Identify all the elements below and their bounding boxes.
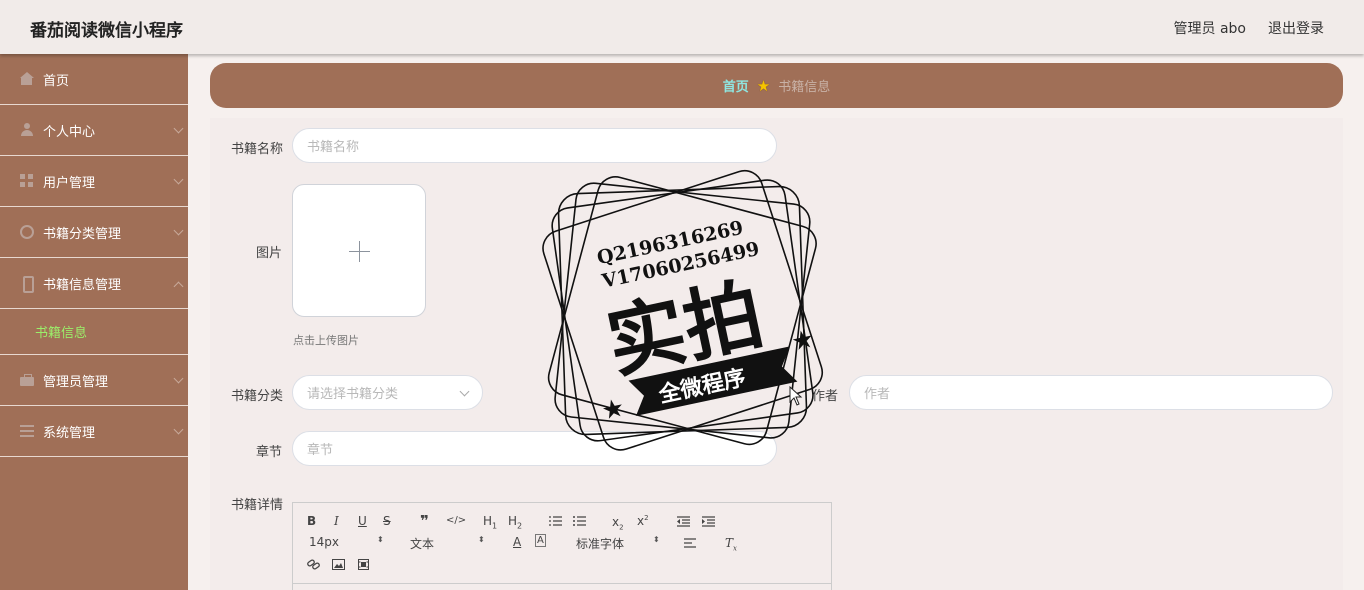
chevron-down-icon	[173, 373, 184, 384]
toolbar-divider	[293, 583, 831, 584]
chapter-input[interactable]: 章节	[292, 431, 777, 466]
updown-icon: ⬍	[653, 535, 660, 544]
briefcase-icon	[20, 373, 34, 387]
category-placeholder: 请选择书籍分类	[307, 387, 399, 402]
sidebar-item-system[interactable]: 系统管理	[0, 406, 188, 457]
breadcrumb: 首页 ★ 书籍信息	[210, 63, 1343, 108]
mouse-cursor-icon	[789, 386, 803, 406]
bullet-list-icon[interactable]	[573, 516, 586, 527]
italic-button[interactable]: I	[334, 514, 339, 528]
sidebar-item-users[interactable]: 用户管理	[0, 156, 188, 207]
sidebar-subitem-label: 书籍信息	[35, 326, 88, 341]
video-icon[interactable]	[357, 559, 370, 570]
chevron-down-icon	[173, 123, 184, 134]
sidebar-item-admins[interactable]: 管理员管理	[0, 355, 188, 406]
sidebar-item-home[interactable]: 首页	[0, 54, 188, 105]
category-select[interactable]: 请选择书籍分类	[292, 375, 483, 410]
author-placeholder: 作者	[864, 387, 891, 402]
rich-text-editor[interactable]: B I U S ❞ </> H1 H2 x2 x2 14px ⬍ 文本 ⬍ A …	[292, 502, 832, 590]
current-user-label: 管理员 abo	[1173, 21, 1246, 37]
image-icon[interactable]	[332, 559, 345, 570]
paragraph-select[interactable]: 文本	[410, 535, 434, 552]
subscript-button[interactable]: x2	[612, 515, 624, 531]
globe-icon	[20, 225, 34, 239]
book-name-input[interactable]: 书籍名称	[292, 128, 777, 163]
h2-button[interactable]: H2	[508, 514, 522, 530]
logout-button[interactable]: 退出登录	[1268, 18, 1324, 38]
app-title: 番茄阅读微信小程序	[30, 21, 183, 41]
align-left-icon[interactable]	[684, 538, 697, 549]
ordered-list-icon[interactable]	[549, 516, 562, 527]
indent-icon[interactable]	[702, 516, 715, 527]
link-icon[interactable]	[307, 559, 320, 570]
breadcrumb-home[interactable]: 首页	[723, 76, 749, 95]
author-input[interactable]: 作者	[849, 375, 1333, 410]
image-upload-button[interactable]	[292, 184, 426, 317]
author-label: 作者	[812, 389, 839, 404]
top-bar: 番茄阅读微信小程序 管理员 abo 退出登录	[0, 0, 1364, 54]
sidebar-item-label: 个人中心	[43, 124, 96, 140]
strike-button[interactable]: S	[383, 514, 391, 528]
sidebar-item-label: 管理员管理	[43, 374, 109, 390]
list-icon	[20, 424, 34, 438]
sidebar-item-profile[interactable]: 个人中心	[0, 105, 188, 156]
chapter-label: 章节	[256, 445, 283, 460]
user-icon	[20, 123, 34, 137]
sidebar-subitem-book-info[interactable]: 书籍信息	[0, 309, 188, 355]
updown-icon: ⬍	[478, 535, 485, 544]
phone-icon	[20, 276, 34, 293]
bold-button[interactable]: B	[307, 514, 316, 528]
book-name-label: 书籍名称	[231, 142, 284, 157]
chevron-down-icon	[173, 174, 184, 185]
top-right-area: 管理员 abo 退出登录	[1174, 18, 1324, 38]
font-family-select[interactable]: 标准字体	[576, 535, 624, 552]
code-button[interactable]: </>	[446, 515, 466, 526]
underline-button[interactable]: U	[358, 514, 367, 528]
book-name-placeholder: 书籍名称	[307, 140, 360, 155]
quote-button[interactable]: ❞	[420, 512, 429, 530]
sidebar: 首页 个人中心 用户管理 书籍分类管理 书籍信息管理 书籍信息 管理员管理 系统…	[0, 54, 188, 590]
sidebar-item-label: 书籍信息管理	[43, 277, 122, 293]
image-label: 图片	[256, 246, 283, 261]
updown-icon: ⬍	[377, 535, 384, 544]
sidebar-item-label: 用户管理	[43, 175, 96, 191]
h1-button[interactable]: H1	[483, 514, 497, 530]
sidebar-item-label: 系统管理	[43, 425, 96, 441]
sidebar-item-label: 书籍分类管理	[43, 226, 122, 242]
chevron-down-icon	[459, 386, 470, 397]
breadcrumb-current: 书籍信息	[778, 80, 831, 95]
chevron-up-icon	[173, 281, 184, 292]
chapter-placeholder: 章节	[307, 443, 334, 458]
font-color-button[interactable]: A	[513, 535, 521, 549]
sidebar-item-book-info[interactable]: 书籍信息管理	[0, 258, 188, 309]
grid-icon	[20, 174, 34, 188]
font-size-select[interactable]: 14px	[309, 535, 339, 549]
outdent-icon[interactable]	[677, 516, 690, 527]
superscript-button[interactable]: x2	[637, 514, 649, 528]
chevron-down-icon	[173, 424, 184, 435]
upload-tip: 点击上传图片	[293, 334, 359, 347]
sidebar-item-book-category[interactable]: 书籍分类管理	[0, 207, 188, 258]
clear-format-button[interactable]: Tx	[725, 536, 737, 552]
star-icon: ★	[756, 76, 771, 95]
background-color-button[interactable]: A	[535, 534, 546, 547]
home-icon	[20, 72, 34, 86]
category-label: 书籍分类	[231, 389, 284, 404]
details-label: 书籍详情	[231, 498, 284, 513]
sidebar-item-label: 首页	[43, 73, 70, 89]
chevron-down-icon	[173, 225, 184, 236]
